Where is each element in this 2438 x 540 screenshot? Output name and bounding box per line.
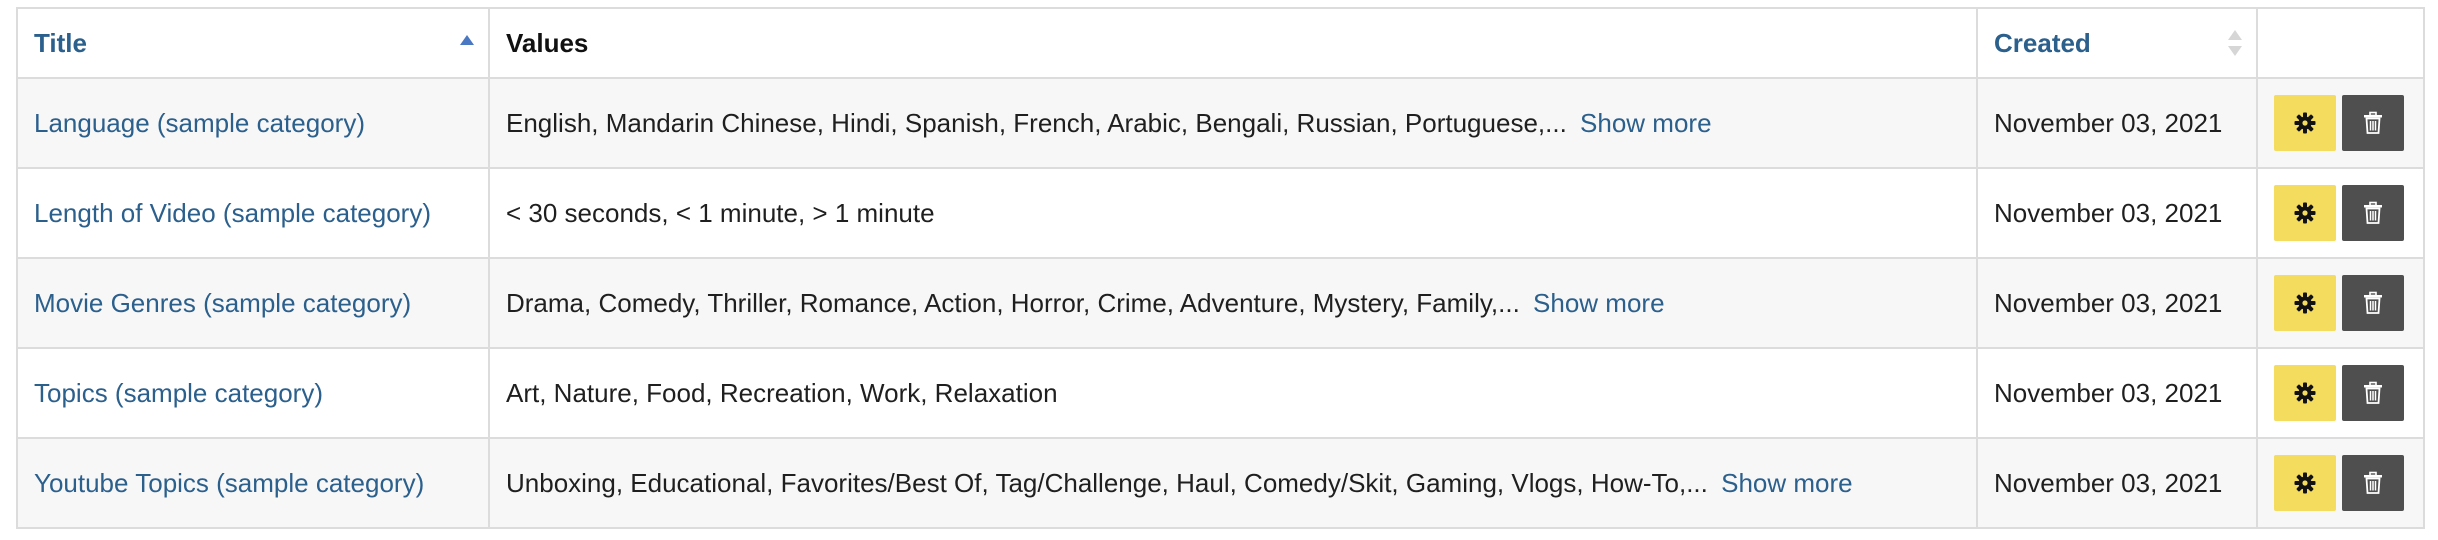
created-cell: November 03, 2021 — [1976, 257, 2258, 349]
show-more-link[interactable]: Show more — [1580, 108, 1712, 138]
settings-button[interactable] — [2274, 185, 2336, 241]
category-title-link[interactable]: Movie Genres (sample category) — [34, 288, 411, 318]
delete-button[interactable] — [2342, 365, 2404, 421]
created-date: November 03, 2021 — [1994, 107, 2223, 138]
created-cell: November 03, 2021 — [1976, 437, 2258, 529]
column-header-values: Values — [488, 7, 1978, 79]
table-body: Language (sample category) English, Mand… — [16, 77, 2425, 529]
row-actions — [2274, 455, 2407, 511]
title-cell: Topics (sample category) — [16, 347, 490, 439]
trash-icon — [2364, 381, 2382, 404]
category-title-link[interactable]: Topics (sample category) — [34, 378, 323, 408]
row-actions — [2274, 185, 2407, 241]
created-cell: November 03, 2021 — [1976, 77, 2258, 169]
actions-cell — [2256, 257, 2425, 349]
category-title-link[interactable]: Youtube Topics (sample category) — [34, 468, 424, 498]
created-date: November 03, 2021 — [1994, 377, 2223, 408]
title-cell: Length of Video (sample category) — [16, 167, 490, 259]
show-more-link[interactable]: Show more — [1533, 288, 1665, 318]
created-cell: November 03, 2021 — [1976, 167, 2258, 259]
values-cell: < 30 seconds, < 1 minute, > 1 minute — [488, 167, 1978, 259]
actions-cell — [2256, 167, 2425, 259]
values-cell: Drama, Comedy, Thriller, Romance, Action… — [488, 257, 1978, 349]
category-values-text: Unboxing, Educational, Favorites/Best Of… — [506, 467, 1708, 498]
category-values-text: Drama, Comedy, Thriller, Romance, Action… — [506, 287, 1520, 318]
delete-button[interactable] — [2342, 95, 2404, 151]
table-row: Youtube Topics (sample category) Unboxin… — [16, 437, 2425, 529]
settings-button[interactable] — [2274, 455, 2336, 511]
actions-cell — [2256, 437, 2425, 529]
column-header-actions — [2256, 7, 2425, 79]
settings-button[interactable] — [2274, 95, 2336, 151]
row-actions — [2274, 365, 2407, 421]
created-date: November 03, 2021 — [1994, 467, 2223, 498]
show-more-link[interactable]: Show more — [1721, 468, 1853, 498]
delete-button[interactable] — [2342, 185, 2404, 241]
column-header-created-label[interactable]: Created — [1994, 28, 2091, 58]
delete-button[interactable] — [2342, 275, 2404, 331]
sort-ascending-icon[interactable] — [458, 27, 476, 59]
actions-cell — [2256, 77, 2425, 169]
created-cell: November 03, 2021 — [1976, 347, 2258, 439]
settings-button[interactable] — [2274, 365, 2336, 421]
header-row: Title Values Created — [16, 7, 2425, 79]
values-cell: Art, Nature, Food, Recreation, Work, Rel… — [488, 347, 1978, 439]
table-row: Length of Video (sample category) < 30 s… — [16, 167, 2425, 259]
trash-icon — [2364, 291, 2382, 314]
category-values-text: English, Mandarin Chinese, Hindi, Spanis… — [506, 107, 1567, 138]
gear-icon — [2294, 202, 2316, 224]
table-row: Topics (sample category) Art, Nature, Fo… — [16, 347, 2425, 439]
row-actions — [2274, 95, 2407, 151]
category-title-link[interactable]: Length of Video (sample category) — [34, 198, 431, 228]
title-cell: Movie Genres (sample category) — [16, 257, 490, 349]
column-header-title-label[interactable]: Title — [34, 28, 87, 58]
categories-table: Title Values Created Language (sample ca… — [16, 7, 2425, 529]
category-values-text: Art, Nature, Food, Recreation, Work, Rel… — [506, 377, 1058, 408]
gear-icon — [2294, 472, 2316, 494]
title-cell: Youtube Topics (sample category) — [16, 437, 490, 529]
gear-icon — [2294, 382, 2316, 404]
values-cell: Unboxing, Educational, Favorites/Best Of… — [488, 437, 1978, 529]
category-title-link[interactable]: Language (sample category) — [34, 108, 365, 138]
column-header-title[interactable]: Title — [16, 7, 490, 79]
column-header-created[interactable]: Created — [1976, 7, 2258, 79]
gear-icon — [2294, 112, 2316, 134]
row-actions — [2274, 275, 2407, 331]
actions-cell — [2256, 347, 2425, 439]
created-date: November 03, 2021 — [1994, 197, 2223, 228]
trash-icon — [2364, 471, 2382, 494]
column-header-values-label: Values — [506, 27, 589, 58]
trash-icon — [2364, 111, 2382, 134]
table-row: Language (sample category) English, Mand… — [16, 77, 2425, 169]
trash-icon — [2364, 201, 2382, 224]
category-values-text: < 30 seconds, < 1 minute, > 1 minute — [506, 197, 935, 228]
settings-button[interactable] — [2274, 275, 2336, 331]
delete-button[interactable] — [2342, 455, 2404, 511]
sort-unsorted-icon[interactable] — [2226, 27, 2244, 59]
title-cell: Language (sample category) — [16, 77, 490, 169]
gear-icon — [2294, 292, 2316, 314]
table-header: Title Values Created — [16, 7, 2425, 79]
table-row: Movie Genres (sample category) Drama, Co… — [16, 257, 2425, 349]
values-cell: English, Mandarin Chinese, Hindi, Spanis… — [488, 77, 1978, 169]
created-date: November 03, 2021 — [1994, 287, 2223, 318]
